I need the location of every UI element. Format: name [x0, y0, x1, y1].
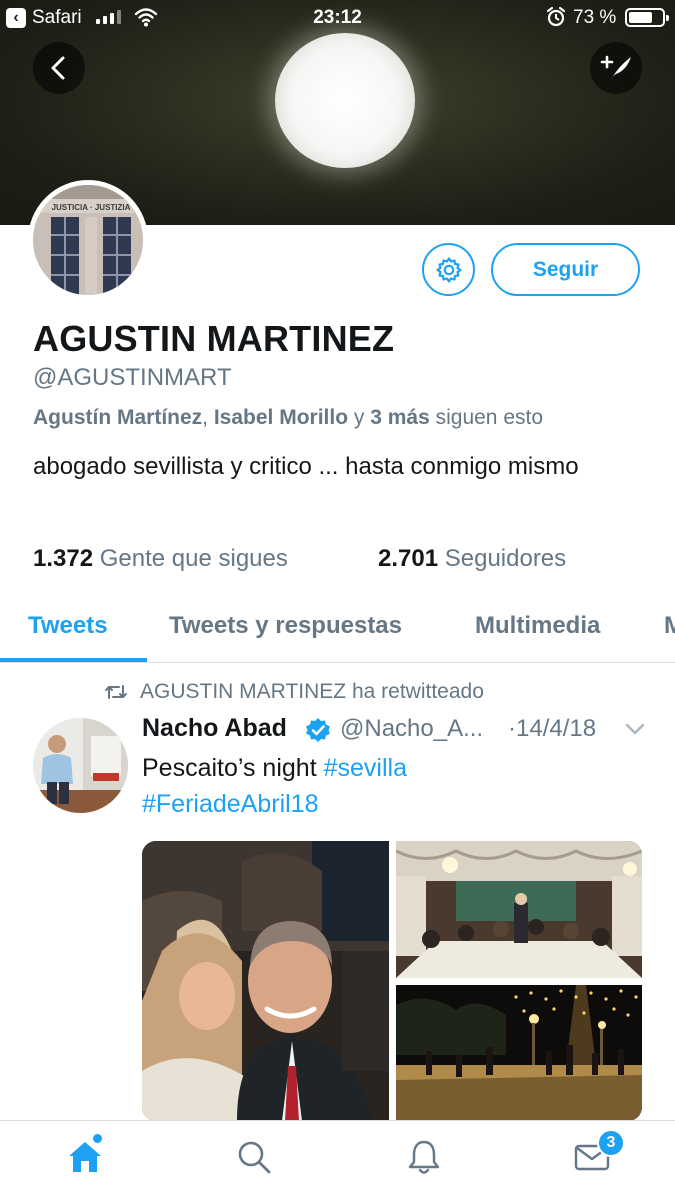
retweet-label: AGUSTIN MARTINEZ ha retwitteado: [140, 680, 484, 703]
follower-name-1: Agustín Martínez: [33, 406, 203, 429]
hashtag-sevilla[interactable]: #sevilla: [324, 754, 407, 782]
profile-settings-button[interactable]: [422, 243, 475, 296]
followers-count: 2.701: [378, 545, 439, 572]
tweet-author-name[interactable]: Nacho Abad: [142, 714, 287, 743]
profile-handle: @AGUSTINMART: [33, 364, 232, 391]
back-arrow-icon: [51, 56, 65, 80]
profile-avatar[interactable]: JUSTICIA · JUSTIZIA: [28, 180, 148, 300]
profile-display-name: AGUSTIN MARTINEZ: [33, 318, 395, 359]
alarm-icon: [546, 6, 566, 27]
tweet-author-avatar[interactable]: [33, 718, 128, 813]
battery-fill: [629, 12, 652, 23]
battery-percent: 73 %: [573, 7, 617, 28]
followers-stat[interactable]: 2.701 Seguidores: [378, 545, 566, 573]
avatar-sign-text: JUSTICIA · JUSTIZIA: [52, 203, 131, 212]
followers-label: Seguidores: [444, 545, 567, 572]
tweet-text-plain: Pescaito’s night: [142, 754, 324, 782]
photo-dinner-image: [396, 841, 642, 978]
following-count: 1.372: [33, 545, 94, 572]
avatar-building-image: JUSTICIA · JUSTIZIA: [33, 185, 143, 295]
followed-by-line[interactable]: Agustín Martínez, Isabel Morillo y 3 más…: [33, 406, 543, 430]
tweet-date: ·14/4/18: [508, 715, 597, 742]
retweet-indicator: AGUSTIN MARTINEZ ha retwitteado: [104, 680, 484, 704]
tab-tweets[interactable]: Tweets: [28, 612, 108, 640]
gear-icon: [435, 256, 462, 283]
back-button[interactable]: [33, 42, 85, 94]
search-icon: [238, 1141, 271, 1174]
followed-by-separator: ,: [202, 406, 214, 429]
tweet-author-handle[interactable]: @Nacho_A...: [340, 715, 483, 743]
photo-selfie-image: [142, 841, 389, 1121]
tweet-photo-3[interactable]: [396, 985, 642, 1121]
active-tab-indicator: [0, 658, 147, 662]
tweet-text: Pescaito’s night #sevilla #FeriadeAbril18: [142, 750, 642, 822]
followers-more: 3 más: [370, 406, 430, 429]
compose-tweet-button[interactable]: [590, 42, 642, 94]
bottom-nav-bar: [0, 1120, 675, 1200]
profile-tabs: Tweets Tweets y respuestas Multimedia M: [0, 596, 675, 663]
messages-badge: 3: [597, 1129, 625, 1157]
tab-media[interactable]: Multimedia: [475, 612, 600, 640]
profile-bio: abogado sevillista y critico ... hasta c…: [33, 453, 579, 480]
followed-by-suffix: siguen esto: [429, 406, 544, 429]
follow-button[interactable]: Seguir: [491, 243, 640, 296]
home-icon: [69, 1142, 101, 1172]
compose-tweet-icon: [600, 55, 631, 81]
tweet-photo-1[interactable]: [142, 841, 389, 1121]
home-new-indicator: [93, 1134, 102, 1143]
photo-night-fair-image: [396, 985, 642, 1121]
tweet-header: Nacho Abad @Nacho_A... ·14/4/18: [142, 714, 652, 750]
verified-badge-icon: [306, 718, 330, 742]
nav-notifications[interactable]: [402, 1135, 446, 1179]
notifications-icon: [408, 1140, 440, 1174]
header-moon-image: [275, 33, 415, 168]
chevron-down-icon[interactable]: [624, 722, 646, 736]
tab-likes[interactable]: M: [664, 612, 675, 640]
followed-by-and: y: [348, 406, 371, 429]
status-bar: ‹ Safari 23:12 73 %: [0, 0, 675, 36]
hashtag-feria[interactable]: #FeriadeAbril18: [142, 790, 319, 818]
follower-name-2: Isabel Morillo: [213, 406, 349, 429]
tab-tweets-and-replies[interactable]: Tweets y respuestas: [169, 612, 402, 640]
following-label: Gente que sigues: [99, 545, 288, 572]
nav-search[interactable]: [232, 1135, 276, 1179]
tweet-media-grid: [142, 841, 642, 1121]
battery-icon: [625, 8, 669, 27]
following-stat[interactable]: 1.372 Gente que sigues: [33, 545, 288, 573]
tweet-avatar-image: [33, 718, 128, 813]
retweet-icon: [105, 685, 127, 699]
tweet-photo-2[interactable]: [396, 841, 642, 978]
